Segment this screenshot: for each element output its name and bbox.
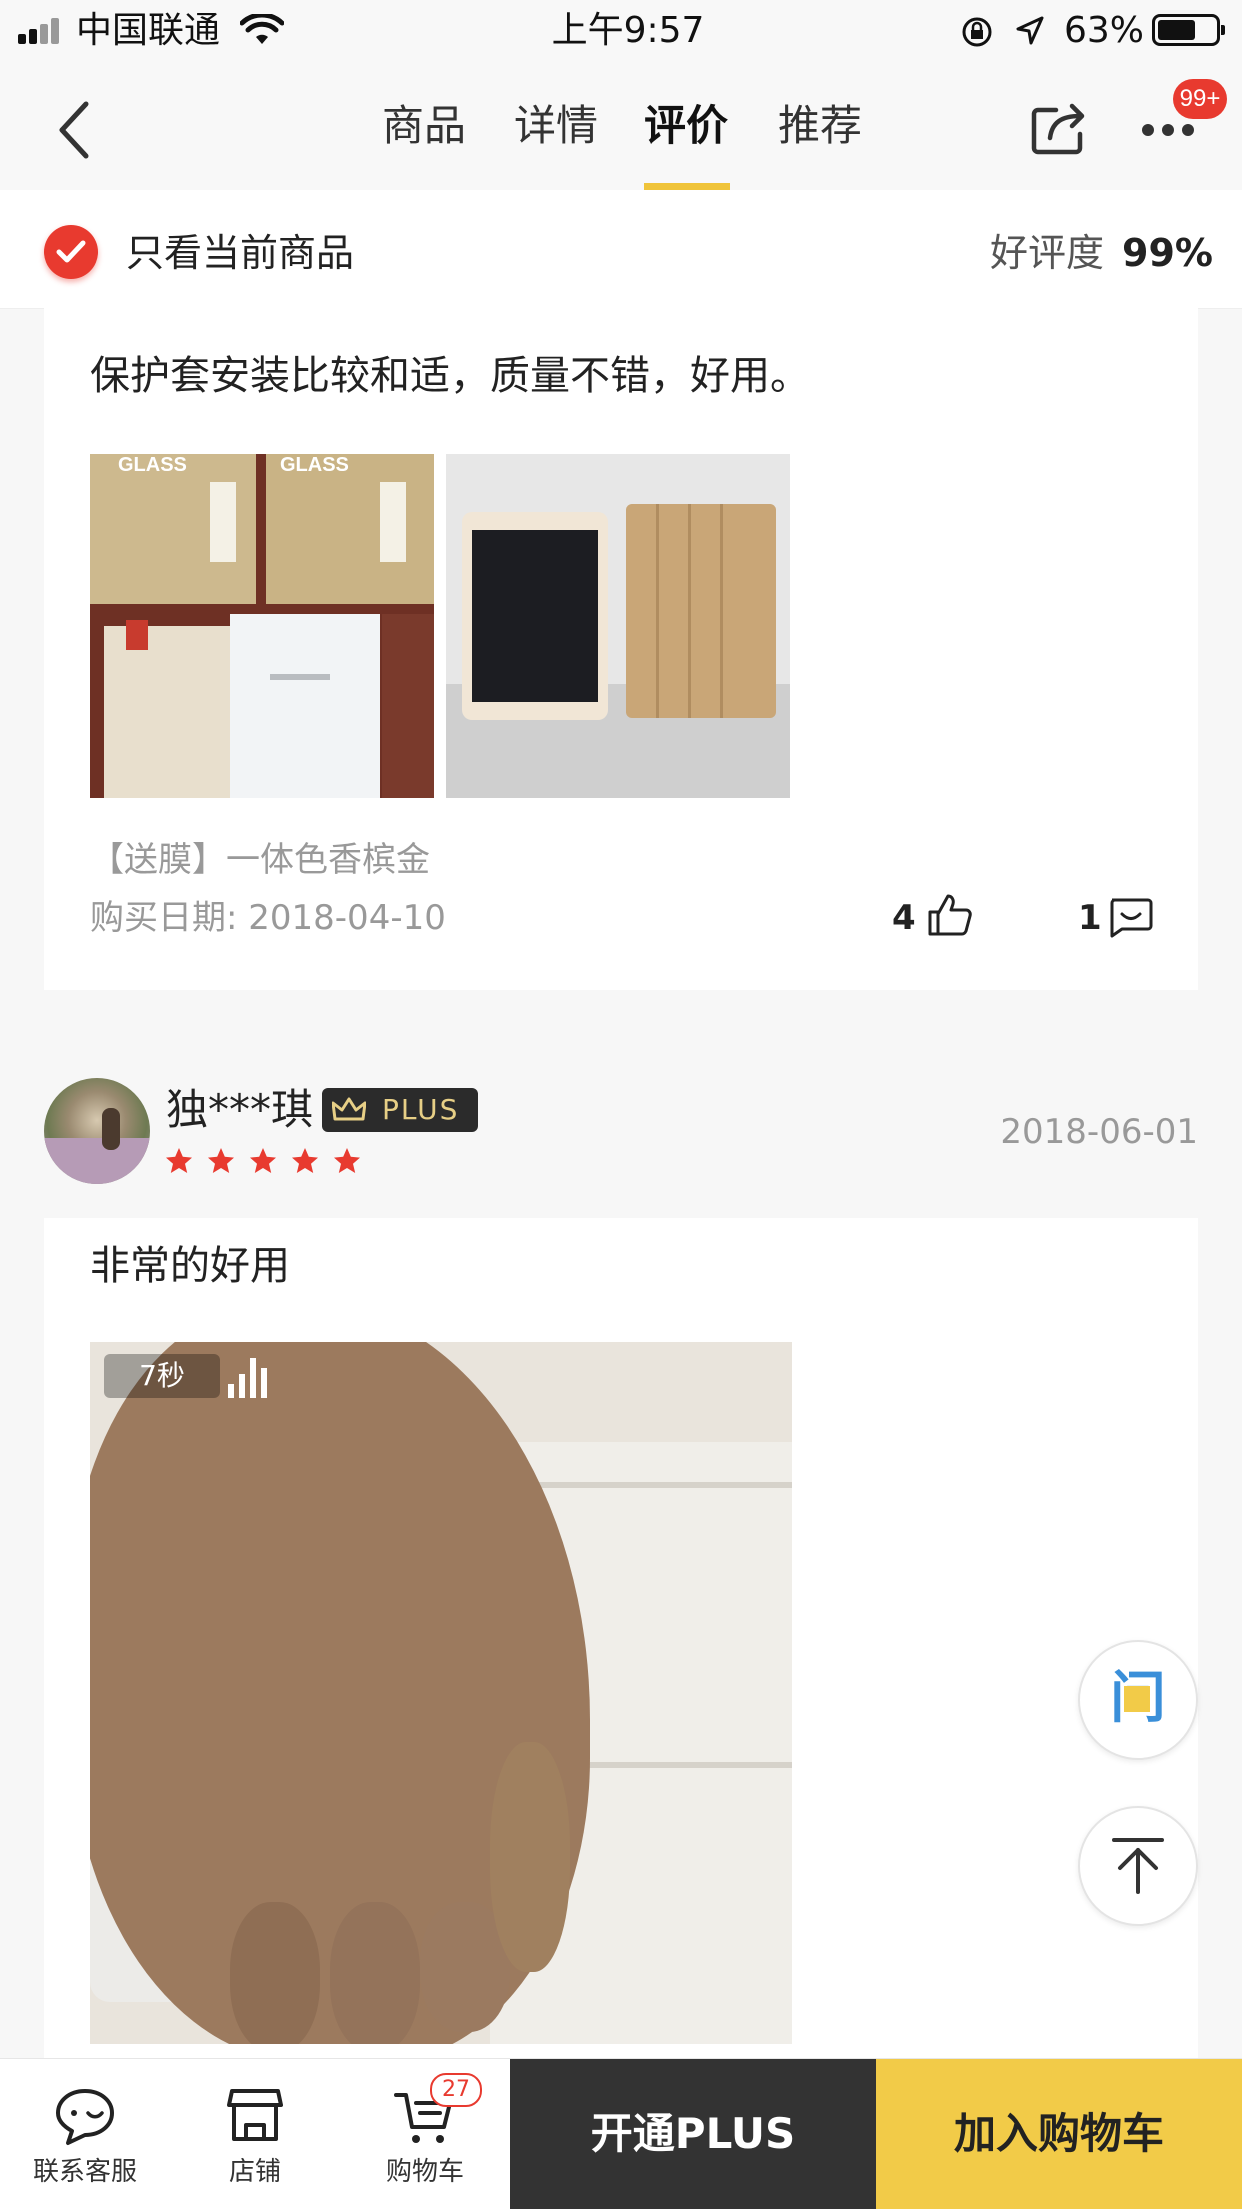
thumbs-up-icon[interactable] <box>926 892 974 938</box>
battery-icon <box>1152 14 1225 46</box>
signal-icon <box>18 18 68 44</box>
chat-icon <box>56 2089 114 2145</box>
purchase-date: 购买日期: 2018-04-10 <box>90 898 446 938</box>
crown-icon <box>332 1097 366 1121</box>
cart-count-badge: 27 <box>430 2073 482 2107</box>
carrier-label: 中国联通 <box>76 10 221 51</box>
ask-question-button[interactable]: 问 <box>1078 1640 1198 1760</box>
add-to-cart-button[interactable]: 加入购物车 <box>876 2059 1242 2209</box>
shop-button[interactable]: 店铺 <box>170 2059 340 2209</box>
current-product-checkbox[interactable] <box>44 225 98 279</box>
location-icon <box>1016 16 1044 45</box>
current-product-filter-label[interactable]: 只看当前商品 <box>126 228 354 278</box>
shop-icon <box>227 2089 283 2141</box>
clock: 上午9:57 <box>551 10 705 51</box>
bottom-action-bar: 联系客服 店铺 购物车 27 开通PLUS 加入购物车 <box>0 2058 1242 2209</box>
positive-rating-label: 好评度 <box>990 231 1105 275</box>
wifi-icon <box>240 14 284 44</box>
review-photo-2[interactable] <box>446 454 790 798</box>
tab-details[interactable]: 详情 <box>514 96 598 156</box>
star-icon <box>250 1148 276 1173</box>
checkmark-icon <box>56 240 86 263</box>
reviewer-name[interactable]: 独***琪 <box>166 1082 313 1138</box>
filter-bar: 只看当前商品 好评度 99% <box>0 190 1242 309</box>
star-icon <box>292 1148 318 1173</box>
active-tab-indicator <box>644 183 730 190</box>
variant-label: 【送膜】一体色香槟金 <box>90 840 430 880</box>
rotation-lock-icon <box>962 17 992 47</box>
customer-service-button[interactable]: 联系客服 <box>0 2059 170 2209</box>
status-bar: 中国联通 上午9:57 63% <box>0 0 1242 62</box>
cart-button[interactable]: 购物车 <box>340 2059 510 2209</box>
join-plus-button[interactable]: 开通PLUS <box>510 2059 876 2209</box>
star-icon <box>208 1148 234 1173</box>
share-icon[interactable] <box>1030 98 1090 156</box>
plus-label: PLUS <box>382 1093 460 1126</box>
video-duration: 7秒 <box>139 1359 185 1392</box>
review-video[interactable]: 7秒 <box>90 1342 792 2044</box>
tab-reviews[interactable]: 评价 <box>644 96 728 156</box>
nav-bar: 商品 详情 评价 推荐 <box>0 62 1242 190</box>
cart-label: 购物车 <box>385 2157 464 2187</box>
back-to-top-button[interactable] <box>1078 1806 1198 1926</box>
review-card: 保护套安装比较和适，质量不错，好用。 GLASS GLASS 【送膜】一体色香槟… <box>44 308 1198 990</box>
battery-percent: 63% <box>1064 10 1145 51</box>
message-count-badge: 99+ <box>1173 79 1227 119</box>
customer-service-label: 联系客服 <box>32 2157 137 2187</box>
back-icon[interactable] <box>56 100 92 160</box>
review-text: 保护套安装比较和适，质量不错，好用。 <box>90 353 810 399</box>
review-text: 非常的好用 <box>90 1243 290 1289</box>
star-icon <box>166 1148 192 1173</box>
more-icon[interactable] <box>1140 122 1196 138</box>
avatar[interactable] <box>44 1078 150 1184</box>
volume-bars-icon <box>228 1358 267 1398</box>
tab-product[interactable]: 商品 <box>382 96 466 156</box>
like-count: 4 <box>892 898 916 938</box>
shop-label: 店铺 <box>228 2157 281 2187</box>
review-card: 非常的好用 7秒 <box>44 1218 1198 2058</box>
comment-icon[interactable] <box>1106 896 1154 938</box>
plus-member-badge: PLUS <box>322 1088 478 1132</box>
tab-recommend[interactable]: 推荐 <box>778 96 862 156</box>
comment-count: 1 <box>1078 898 1102 938</box>
review-date: 2018-06-01 <box>1000 1112 1198 1152</box>
arrow-up-icon <box>1112 1838 1164 1894</box>
star-icon <box>334 1148 360 1173</box>
positive-rating-value: 99% <box>1122 231 1213 275</box>
review-photo-1[interactable]: GLASS GLASS <box>90 454 434 798</box>
